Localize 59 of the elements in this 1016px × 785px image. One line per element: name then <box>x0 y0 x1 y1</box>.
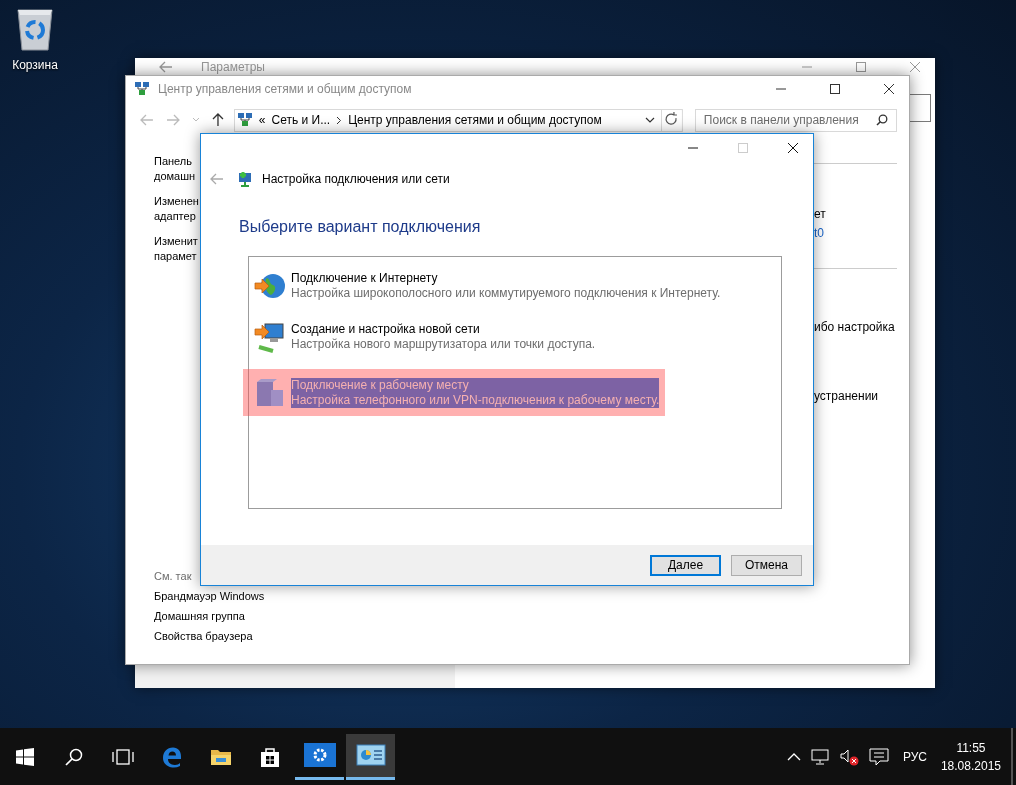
breadcrumb-item[interactable]: Центр управления сетями и общим доступом <box>348 113 602 127</box>
window-title: Центр управления сетями и общим доступом <box>158 82 412 96</box>
search-icon <box>64 747 83 766</box>
option-description: Настройка широкополосного или коммутируемого подключения к Интернету. <box>291 286 721 301</box>
up-arrow-icon[interactable] <box>211 113 224 127</box>
desktop-icon-label[interactable]: Корзина <box>12 58 58 72</box>
recycle-bin-icon[interactable] <box>15 6 55 52</box>
search-field[interactable]: Поиск в панели управления <box>694 108 897 132</box>
text-fragment: ет <box>814 207 827 221</box>
search-icon <box>876 114 888 126</box>
connection-option[interactable]: Создание и настройка новой сети Настройка нового маршрутизатора или точки доступа. <box>249 318 600 356</box>
next-button[interactable]: Далее <box>650 554 721 576</box>
taskbar-button[interactable] <box>346 733 395 780</box>
muted-speaker-icon[interactable] <box>838 747 859 766</box>
maximize-icon[interactable] <box>829 83 841 95</box>
edge-browser-icon <box>160 745 183 768</box>
chevron-down-icon[interactable] <box>644 116 655 124</box>
close-icon[interactable] <box>787 142 799 154</box>
dialog-heading: Выберите вариант подключения <box>239 218 482 236</box>
text-fragment: устранении <box>814 389 880 403</box>
task-view-icon <box>111 748 134 765</box>
address-bar[interactable]: « Сеть и И... Центр управления сетями и общим доступом <box>233 108 662 132</box>
dialog-title: Настройка подключения или сети <box>262 172 450 186</box>
cancel-button[interactable]: Отмена <box>731 554 802 576</box>
breadcrumb-item[interactable]: Сеть и И... <box>271 113 331 127</box>
breadcrumb-overflow[interactable]: « <box>258 113 266 127</box>
see-also-heading: См. так <box>154 570 192 582</box>
window-title: Параметры <box>201 60 265 74</box>
network-computer-icon <box>253 320 287 354</box>
shopping-bag-icon <box>259 745 280 768</box>
windows-logo-icon <box>15 747 34 766</box>
see-also-link[interactable]: Свойства браузера <box>154 630 253 642</box>
notifications-icon[interactable] <box>868 747 889 766</box>
close-icon[interactable] <box>883 83 895 95</box>
option-title: Подключение к рабочему месту <box>291 377 470 393</box>
refresh-icon[interactable] <box>660 108 683 132</box>
network-icon <box>134 81 150 97</box>
control-panel-icon <box>355 744 386 766</box>
sidebar-link[interactable]: Панель домашн <box>154 154 196 184</box>
text-fragment: ибо настройка <box>814 320 896 334</box>
network-icon[interactable] <box>810 748 829 765</box>
see-also-link[interactable]: Домашняя группа <box>154 610 245 622</box>
chevron-right-icon <box>336 115 343 125</box>
option-title: Подключение к Интернету <box>291 271 439 286</box>
option-description: Настройка телефонного или VPN-подключения к рабочему месту. <box>291 392 660 408</box>
clock[interactable]: 11:55 18.08.2015 <box>940 740 1001 773</box>
network-icon <box>236 112 253 128</box>
back-arrow-icon[interactable] <box>159 61 173 73</box>
option-description: Настройка нового маршрутизатора или точки доступа. <box>291 337 596 352</box>
language-indicator[interactable]: РУС <box>902 749 927 764</box>
option-title: Создание и настройка новой сети <box>291 322 481 337</box>
settings-icon <box>303 743 336 767</box>
sidebar-link[interactable]: Изменен адаптер <box>154 194 199 224</box>
chevron-up-icon[interactable] <box>786 752 801 761</box>
connection-option[interactable]: Подключение к Интернету Настройка широкополосного или коммутируемого подключения к Интернету. <box>249 267 725 305</box>
link[interactable]: t0 <box>814 226 909 240</box>
network-add-icon <box>236 170 254 188</box>
see-also-link[interactable]: Брандмауэр Windows <box>154 590 265 602</box>
sidebar-link[interactable]: Изменит парамет <box>154 234 198 264</box>
